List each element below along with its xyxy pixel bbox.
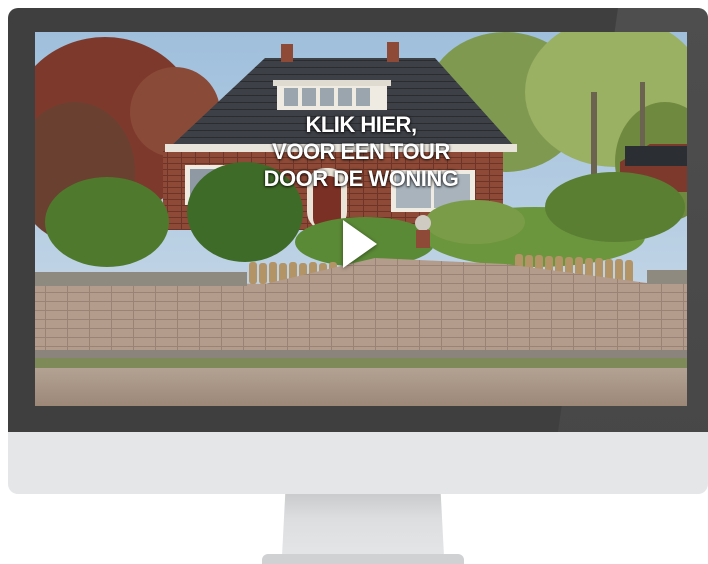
play-button[interactable] <box>339 218 379 270</box>
monitor-stand <box>282 494 444 556</box>
cta-line-3: DOOR DE WONING <box>263 166 459 191</box>
cta-line-1: KLIK HIER, <box>305 112 417 137</box>
video-thumbnail[interactable]: KLIK HIER, VOOR EEN TOUR DOOR DE WONING <box>35 32 687 406</box>
cta-line-2: VOOR EEN TOUR <box>272 139 450 164</box>
imac-monitor: KLIK HIER, VOOR EEN TOUR DOOR DE WONING <box>8 8 708 494</box>
monitor-bezel: KLIK HIER, VOOR EEN TOUR DOOR DE WONING <box>8 8 708 432</box>
monitor-stand-base <box>262 554 464 564</box>
monitor-chin <box>8 432 708 494</box>
video-cta-text: KLIK HIER, VOOR EEN TOUR DOOR DE WONING <box>35 111 687 192</box>
play-icon <box>343 220 377 268</box>
